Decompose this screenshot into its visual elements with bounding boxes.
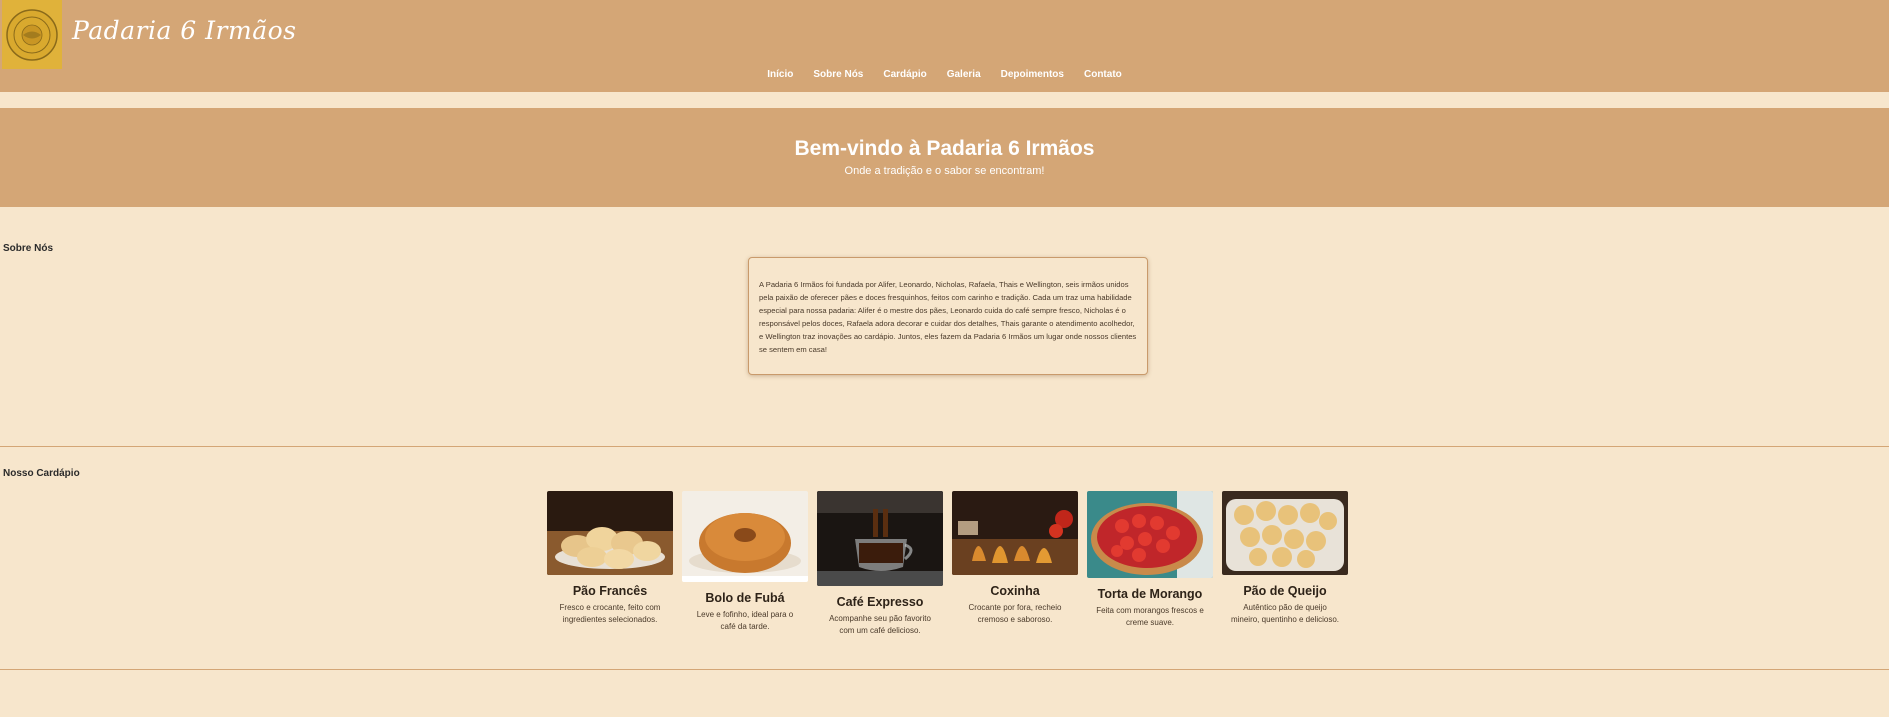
menu-item-name: Pão de Queijo	[1243, 584, 1327, 598]
menu-card-cafe-expresso: Café Expresso Acompanhe seu pão favorito…	[817, 491, 943, 637]
hero-subtitle: Onde a tradição e o sabor se encontram!	[844, 165, 1045, 177]
main-nav: Início Sobre Nós Cardápio Galeria Depoim…	[0, 69, 1889, 80]
bakery-logo[interactable]	[2, 0, 62, 69]
nav-sobre-nos[interactable]: Sobre Nós	[803, 69, 873, 80]
nav-contato[interactable]: Contato	[1074, 69, 1132, 80]
menu-image-bolo-de-fuba	[682, 491, 808, 582]
menu-item-name: Bolo de Fubá	[705, 591, 785, 605]
menu-item-name: Pão Francês	[572, 584, 648, 598]
menu-card-pao-frances: Pão Francês Fresco e crocante, feito com…	[547, 491, 673, 637]
site-header: Padaria 6 Irmãos Início Sobre Nós Cardáp…	[0, 0, 1889, 92]
about-text: A Padaria 6 Irmãos foi fundada por Alife…	[759, 280, 1137, 354]
section-divider	[0, 446, 1889, 447]
menu-item-desc: Autêntico pão de queijo mineiro, quentin…	[1230, 603, 1340, 624]
menu-section-title: Nosso Cardápio	[3, 468, 80, 479]
menu-card-bolo-de-fuba: Bolo de Fubá Leve e fofinho, ideal para …	[682, 491, 808, 637]
hero-title: Bem-vindo à Padaria 6 Irmãos	[794, 137, 1095, 160]
menu-card-pao-de-queijo: Pão de Queijo Autêntico pão de queijo mi…	[1222, 491, 1348, 637]
section-divider-bottom	[0, 669, 1889, 670]
about-section-title: Sobre Nós	[3, 243, 54, 254]
menu-item-desc: Feita com morangos frescos e creme suave…	[1096, 606, 1204, 627]
hero-banner: Bem-vindo à Padaria 6 Irmãos Onde a trad…	[0, 108, 1889, 207]
menu-item-desc: Leve e fofinho, ideal para o café da tar…	[696, 610, 794, 631]
about-text-box: A Padaria 6 Irmãos foi fundada por Alife…	[748, 257, 1148, 375]
nav-cardapio[interactable]: Cardápio	[873, 69, 936, 80]
menu-image-cafe-expresso	[817, 491, 943, 586]
menu-image-coxinha	[952, 491, 1078, 575]
menu-item-desc: Acompanhe seu pão favorito com um café d…	[829, 614, 931, 635]
menu-card-coxinha: Coxinha Crocante por fora, recheio cremo…	[952, 491, 1078, 637]
nav-galeria[interactable]: Galeria	[937, 69, 991, 80]
menu-item-name: Torta de Morango	[1097, 587, 1203, 601]
menu-image-pao-de-queijo	[1222, 491, 1348, 575]
menu-item-desc: Fresco e crocante, feito com ingrediente…	[559, 603, 661, 624]
brand-name: Padaria 6 Irmãos	[72, 16, 297, 45]
menu-item-name: Coxinha	[990, 584, 1040, 598]
logo-seal-icon	[6, 8, 58, 61]
menu-grid: Pão Francês Fresco e crocante, feito com…	[547, 491, 1348, 637]
menu-image-torta-de-morango	[1087, 491, 1213, 578]
menu-item-desc: Crocante por fora, recheio cremoso e sab…	[968, 603, 1062, 624]
menu-card-torta-de-morango: Torta de Morango Feita com morangos fres…	[1087, 491, 1213, 637]
menu-item-name: Café Expresso	[836, 595, 924, 609]
menu-image-pao-frances	[547, 491, 673, 575]
nav-inicio[interactable]: Início	[757, 69, 803, 80]
nav-depoimentos[interactable]: Depoimentos	[991, 69, 1074, 80]
